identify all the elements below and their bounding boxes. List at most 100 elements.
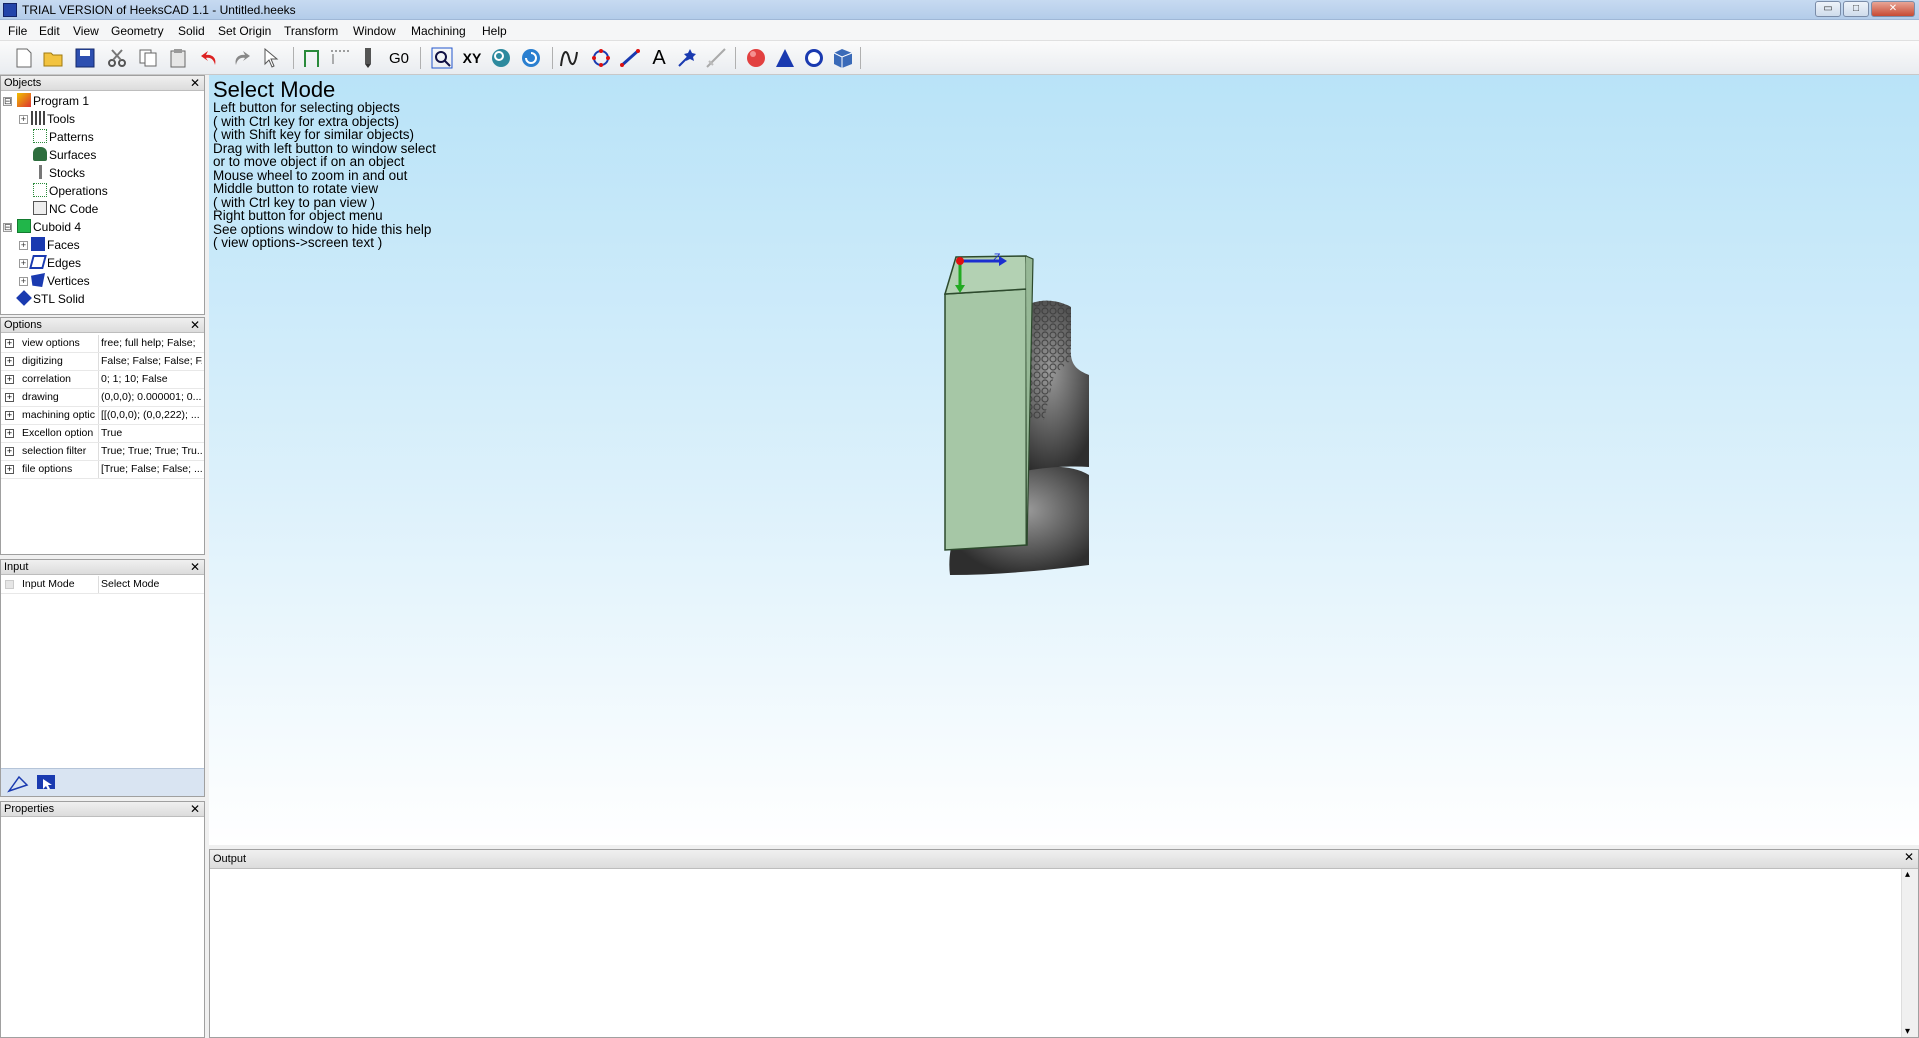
cylinder-icon[interactable] bbox=[802, 46, 826, 70]
expand-icon[interactable]: + bbox=[5, 393, 14, 402]
select-icon[interactable] bbox=[259, 46, 283, 70]
option-value[interactable]: True; True; True; Tru... bbox=[98, 443, 202, 460]
menu-machining[interactable]: Machining bbox=[411, 24, 466, 38]
option-row[interactable]: + digitizing False; False; False; F... bbox=[1, 353, 204, 371]
paste-icon[interactable] bbox=[166, 46, 190, 70]
redo-icon[interactable] bbox=[229, 46, 253, 70]
close-button[interactable]: ✕ bbox=[1871, 1, 1915, 17]
cone-icon[interactable] bbox=[773, 46, 797, 70]
g0-icon[interactable]: G0 bbox=[387, 46, 411, 70]
cube-icon[interactable] bbox=[831, 46, 855, 70]
point-icon[interactable] bbox=[675, 46, 699, 70]
copy-icon[interactable] bbox=[136, 46, 160, 70]
option-value[interactable]: False; False; False; F... bbox=[98, 353, 202, 370]
tree-item-nc-code[interactable]: NC Code bbox=[33, 200, 98, 218]
expand-icon[interactable]: + bbox=[5, 465, 14, 474]
expand-icon[interactable]: + bbox=[5, 447, 14, 456]
option-row[interactable]: + drawing (0,0,0); 0.000001; 0... bbox=[1, 389, 204, 407]
select-mode-icon[interactable] bbox=[7, 773, 29, 796]
spline-icon[interactable] bbox=[559, 46, 583, 70]
tree-expander[interactable]: + bbox=[19, 277, 28, 286]
coordinate-icon[interactable] bbox=[704, 46, 728, 70]
menu-set-origin[interactable]: Set Origin bbox=[218, 24, 271, 38]
menu-help[interactable]: Help bbox=[482, 24, 507, 38]
expand-icon[interactable]: + bbox=[5, 411, 14, 420]
output-scrollbar[interactable]: ▴ ▾ bbox=[1901, 869, 1918, 1037]
option-value[interactable]: [[(0,0,0); (0,0,222); ... bbox=[98, 407, 202, 424]
cut-icon[interactable] bbox=[105, 46, 129, 70]
tree-item-faces[interactable]: + Faces bbox=[19, 236, 80, 254]
save-icon[interactable] bbox=[73, 46, 97, 70]
line-icon[interactable] bbox=[618, 46, 642, 70]
option-value[interactable]: True bbox=[98, 425, 202, 442]
option-value[interactable]: free; full help; False; bbox=[98, 335, 202, 352]
expand-icon[interactable]: + bbox=[5, 339, 14, 348]
menu-edit[interactable]: Edit bbox=[39, 24, 60, 38]
option-value[interactable]: [True; False; False; ... bbox=[98, 461, 202, 478]
undo-icon[interactable] bbox=[198, 46, 222, 70]
maximize-button[interactable]: □ bbox=[1843, 1, 1869, 17]
scroll-down-icon[interactable]: ▾ bbox=[1905, 1026, 1910, 1037]
view-xy-icon[interactable]: XY bbox=[460, 46, 484, 70]
pocket-icon[interactable] bbox=[328, 46, 352, 70]
option-value[interactable]: (0,0,0); 0.000001; 0... bbox=[98, 389, 202, 406]
properties-panel-close-icon[interactable]: ✕ bbox=[190, 802, 200, 816]
menu-file[interactable]: File bbox=[8, 24, 27, 38]
tree-item-surfaces[interactable]: Surfaces bbox=[33, 146, 96, 164]
tree-expander[interactable]: ⊟ bbox=[3, 97, 12, 106]
menu-solid[interactable]: Solid bbox=[178, 24, 205, 38]
tree-item-program[interactable]: ⊟ Program 1 bbox=[3, 92, 89, 110]
open-folder-icon[interactable] bbox=[41, 46, 65, 70]
output-panel-close-icon[interactable]: ✕ bbox=[1904, 850, 1914, 864]
tree-expander[interactable]: + bbox=[19, 115, 28, 124]
expand-icon[interactable]: + bbox=[5, 375, 14, 384]
objects-panel-close-icon[interactable]: ✕ bbox=[190, 76, 200, 90]
expand-icon[interactable]: + bbox=[5, 357, 14, 366]
output-panel-header: Output ✕ bbox=[210, 850, 1918, 869]
text-icon[interactable]: A bbox=[647, 46, 671, 70]
tree-item-cuboid[interactable]: ⊟ Cuboid 4 bbox=[3, 218, 81, 236]
input-value[interactable]: Select Mode bbox=[98, 576, 202, 593]
zoom-window-icon[interactable] bbox=[430, 46, 454, 70]
tree-expander[interactable]: ⊟ bbox=[3, 223, 12, 232]
tree-item-patterns[interactable]: Patterns bbox=[33, 128, 94, 146]
input-panel-header: Input ✕ bbox=[1, 560, 204, 575]
fit-view-icon[interactable] bbox=[489, 46, 513, 70]
properties-panel-header: Properties ✕ bbox=[1, 802, 204, 817]
option-row[interactable]: + selection filter True; True; True; Tru..… bbox=[1, 443, 204, 461]
drill-icon[interactable] bbox=[356, 46, 380, 70]
menu-window[interactable]: Window bbox=[353, 24, 396, 38]
option-row[interactable]: + file options [True; False; False; ... bbox=[1, 461, 204, 479]
tree-item-vertices[interactable]: + Vertices bbox=[19, 272, 90, 290]
tree-item-edges[interactable]: + Edges bbox=[19, 254, 81, 272]
option-row[interactable]: + Excellon option True bbox=[1, 425, 204, 443]
rotate-view-icon[interactable] bbox=[519, 46, 543, 70]
tree-item-stl-solid[interactable]: STL Solid bbox=[16, 290, 85, 308]
menu-geometry[interactable]: Geometry bbox=[111, 24, 164, 38]
graphics-viewport[interactable]: Select Mode Left button for selecting ob… bbox=[209, 75, 1919, 845]
input-row[interactable]: Input Mode Select Mode bbox=[1, 576, 204, 594]
minimize-button[interactable]: ▭ bbox=[1815, 1, 1841, 17]
tree-expander[interactable]: + bbox=[19, 241, 28, 250]
tree-item-tools[interactable]: + Tools bbox=[19, 110, 75, 128]
option-row[interactable]: + machining optic [[(0,0,0); (0,0,222); ..… bbox=[1, 407, 204, 425]
new-file-icon[interactable] bbox=[12, 46, 36, 70]
tree-item-operations[interactable]: Operations bbox=[33, 182, 108, 200]
input-panel-title: Input bbox=[4, 561, 29, 573]
profile-icon[interactable] bbox=[300, 46, 324, 70]
sphere-icon[interactable] bbox=[744, 46, 768, 70]
menu-view[interactable]: View bbox=[73, 24, 99, 38]
cuboid-model[interactable] bbox=[943, 255, 1034, 551]
option-row[interactable]: + correlation 0; 1; 10; False bbox=[1, 371, 204, 389]
input-panel-close-icon[interactable]: ✕ bbox=[190, 560, 200, 574]
option-value[interactable]: 0; 1; 10; False bbox=[98, 371, 202, 388]
options-panel-close-icon[interactable]: ✕ bbox=[190, 318, 200, 332]
expand-icon[interactable]: + bbox=[5, 429, 14, 438]
window-select-icon[interactable] bbox=[35, 773, 57, 796]
tree-item-stocks[interactable]: Stocks bbox=[33, 164, 85, 182]
option-row[interactable]: + view options free; full help; False; bbox=[1, 335, 204, 353]
tree-expander[interactable]: + bbox=[19, 259, 28, 268]
circle-points-icon[interactable] bbox=[589, 46, 613, 70]
scroll-up-icon[interactable]: ▴ bbox=[1905, 869, 1910, 880]
menu-transform[interactable]: Transform bbox=[284, 24, 338, 38]
